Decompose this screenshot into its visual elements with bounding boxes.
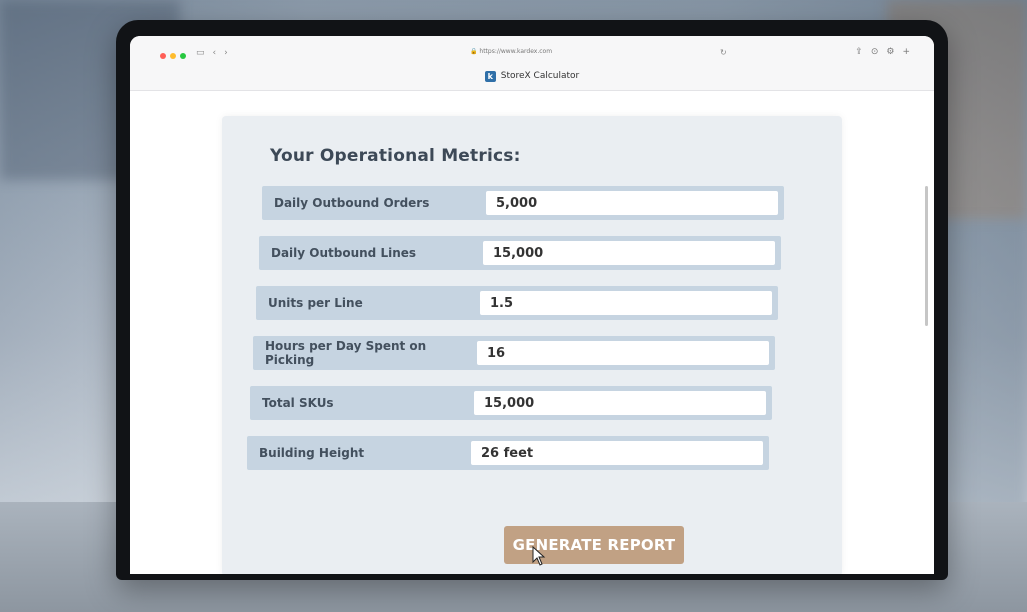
- back-icon[interactable]: ‹: [213, 48, 217, 58]
- address-bar[interactable]: 🔒 https://www.kardex.com: [470, 48, 552, 55]
- building-height-input[interactable]: 26 feet: [471, 441, 763, 465]
- tab[interactable]: k StoreX Calculator: [130, 64, 934, 88]
- window-controls: [160, 53, 186, 59]
- share-icon[interactable]: ⇪: [855, 47, 863, 57]
- field-label: Daily Outbound Lines: [271, 246, 417, 260]
- maximize-window-button[interactable]: [180, 53, 186, 59]
- field-row-building-height: Building Height 26 feet: [247, 436, 769, 470]
- field-label: Daily Outbound Orders: [274, 196, 430, 210]
- field-row-total-skus: Total SKUs 15,000: [250, 386, 772, 420]
- laptop: ▭ ‹ › 🔒 https://www.kardex.com ↻ ⇪ ⊙ ⚙ +…: [116, 20, 948, 580]
- nav-controls: ▭ ‹ ›: [196, 48, 228, 58]
- site-favicon: k: [484, 70, 496, 82]
- field-label: Total SKUs: [262, 396, 334, 410]
- field-row-hours-picking: Hours per Day Spent on Picking 16: [253, 336, 775, 370]
- close-window-button[interactable]: [160, 53, 166, 59]
- units-per-line-input[interactable]: 1.5: [480, 291, 772, 315]
- extensions-icon[interactable]: ⚙: [886, 47, 894, 57]
- field-label: Building Height: [259, 446, 365, 460]
- generate-report-button[interactable]: GENERATE REPORT: [504, 526, 684, 564]
- mouse-cursor-icon: [532, 546, 546, 566]
- hours-picking-input[interactable]: 16: [477, 341, 769, 365]
- field-label: Units per Line: [268, 296, 363, 310]
- field-label: Hours per Day Spent on Picking: [265, 339, 427, 367]
- url-text: https://www.kardex.com: [479, 48, 553, 55]
- browser-toolbar: ▭ ‹ › 🔒 https://www.kardex.com ↻ ⇪ ⊙ ⚙ +…: [130, 36, 934, 91]
- minimize-window-button[interactable]: [170, 53, 176, 59]
- forward-icon[interactable]: ›: [224, 48, 228, 58]
- daily-outbound-lines-input[interactable]: 15,000: [483, 241, 775, 265]
- page-scrollbar[interactable]: [925, 186, 928, 326]
- reload-icon[interactable]: ↻: [720, 48, 727, 57]
- form-heading: Your Operational Metrics:: [270, 146, 521, 166]
- toolbar-actions: ⇪ ⊙ ⚙ +: [855, 47, 910, 57]
- total-skus-input[interactable]: 15,000: [474, 391, 766, 415]
- metrics-form: Your Operational Metrics: Daily Outbound…: [222, 116, 842, 574]
- field-row-daily-outbound-orders: Daily Outbound Orders 5,000: [262, 186, 784, 220]
- new-tab-icon[interactable]: +: [902, 47, 910, 57]
- browser-window: ▭ ‹ › 🔒 https://www.kardex.com ↻ ⇪ ⊙ ⚙ +…: [130, 36, 934, 574]
- tab-title: StoreX Calculator: [500, 71, 580, 81]
- downloads-icon[interactable]: ⊙: [871, 47, 879, 57]
- daily-outbound-orders-input[interactable]: 5,000: [486, 191, 778, 215]
- sidebar-toggle-icon[interactable]: ▭: [196, 48, 205, 58]
- field-row-daily-outbound-lines: Daily Outbound Lines 15,000: [259, 236, 781, 270]
- field-row-units-per-line: Units per Line 1.5: [256, 286, 778, 320]
